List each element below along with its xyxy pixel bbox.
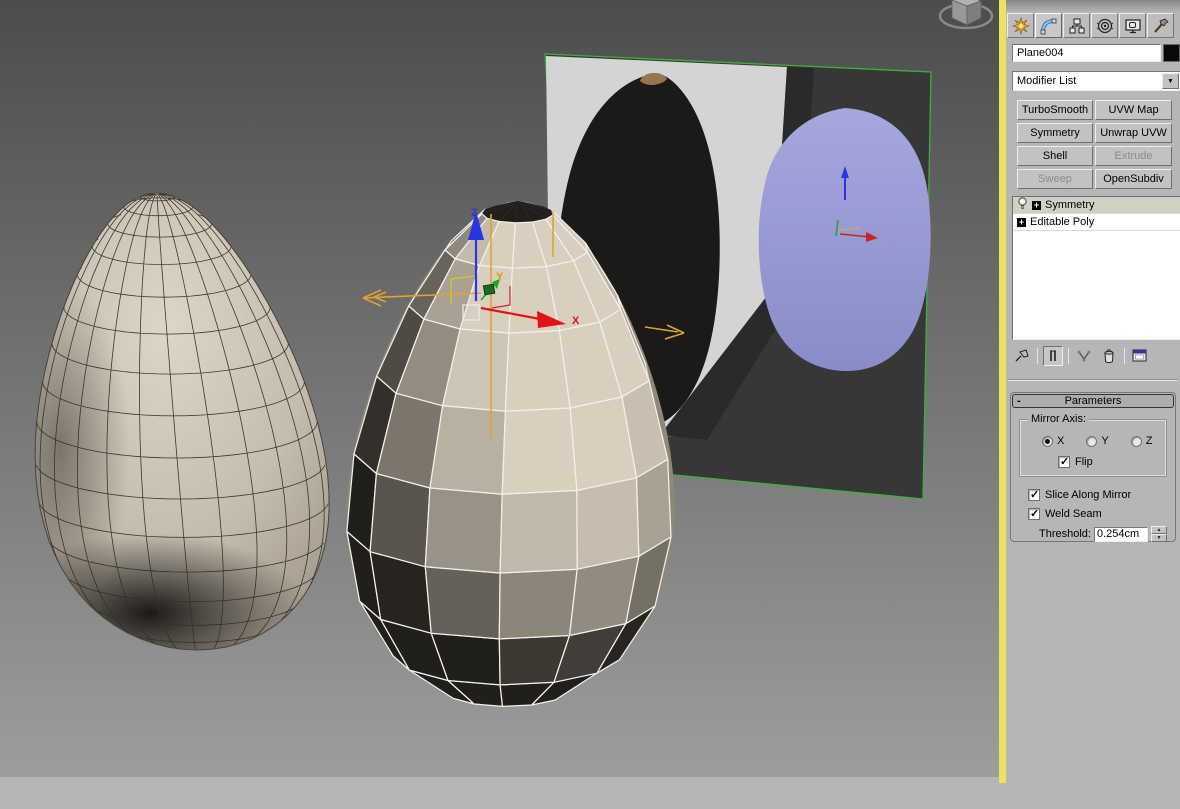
radio-mirror-y[interactable] xyxy=(1086,435,1098,447)
slice-along-mirror-checkbox[interactable]: ✓ xyxy=(1028,489,1040,501)
dropdown-arrow-icon[interactable]: ▼ xyxy=(1162,73,1179,89)
mirror-axis-label: Mirror Axis: xyxy=(1028,413,1089,425)
modifier-list-dropdown[interactable]: Modifier List ▼ xyxy=(1012,71,1180,91)
modifier-button-sweep: Sweep xyxy=(1017,169,1093,189)
modifier-button-shell[interactable]: Shell xyxy=(1017,146,1093,166)
application-window: Z Y X Plane004 Modifier List ▼ TurboSmoo… xyxy=(0,0,1180,809)
object-name-field[interactable] xyxy=(1012,44,1161,62)
create-icon xyxy=(1011,16,1030,35)
object-color-swatch[interactable] xyxy=(1163,44,1180,62)
modifier-button-opensubdiv[interactable]: OpenSubdiv xyxy=(1095,169,1172,189)
slice-along-mirror-label: Slice Along Mirror xyxy=(1045,489,1132,501)
modifier-button-extrude: Extrude xyxy=(1095,146,1172,166)
remove-modifier-icon[interactable] xyxy=(1099,346,1119,366)
stack-item-symmetry[interactable]: + Symmetry xyxy=(1013,197,1180,214)
modifier-list-label: Modifier List xyxy=(1017,75,1077,87)
expand-icon[interactable]: + xyxy=(1032,200,1041,210)
radio-mirror-z[interactable] xyxy=(1130,435,1142,447)
collapse-icon[interactable]: - xyxy=(1017,395,1021,408)
mirror-axis-group: Mirror Axis: X Y Z ✓ Flip xyxy=(1019,413,1167,477)
utilities-icon xyxy=(1153,18,1169,33)
spinner-down-icon: ▼ xyxy=(1150,534,1167,542)
flip-label: Flip xyxy=(1075,456,1093,468)
modifier-button-unwrap-uvw[interactable]: Unwrap UVW xyxy=(1095,123,1172,143)
hierarchy-icon xyxy=(1069,18,1084,33)
perspective-viewport[interactable]: Z Y X xyxy=(0,0,999,777)
modifier-stack-list: + Symmetry + Editable Poly xyxy=(1012,196,1180,340)
modifier-button-turbosmooth[interactable]: TurboSmooth xyxy=(1017,100,1093,120)
rollout-title: Parameters xyxy=(1064,395,1122,407)
threshold-label: Threshold: xyxy=(1039,528,1091,540)
blue-reference-silhouette xyxy=(758,108,931,372)
stack-item-label: Symmetry xyxy=(1045,199,1095,211)
motion-icon xyxy=(1096,18,1113,33)
threshold-spinner[interactable]: ▲ ▼ xyxy=(1150,526,1167,542)
configure-modifier-sets-icon[interactable] xyxy=(1130,346,1150,366)
gizmo-z-label: Z xyxy=(471,207,478,219)
modifier-button-symmetry[interactable]: Symmetry xyxy=(1017,123,1093,143)
modify-icon xyxy=(1040,18,1056,34)
radio-mirror-x[interactable] xyxy=(1042,435,1053,447)
active-viewport-border-right xyxy=(999,0,1006,783)
tab-motion[interactable] xyxy=(1091,13,1118,38)
command-panel: Modifier List ▼ TurboSmooth UVW Map Symm… xyxy=(1006,12,1180,809)
radio-x-label: X xyxy=(1057,435,1065,447)
tab-modify[interactable] xyxy=(1035,13,1062,38)
tab-display[interactable] xyxy=(1119,13,1146,38)
pin-stack-icon[interactable] xyxy=(1012,346,1032,366)
stack-item-label: Editable Poly xyxy=(1030,216,1095,228)
gizmo-x-label: X xyxy=(572,315,580,327)
visibility-bulb-icon[interactable] xyxy=(1017,197,1028,213)
show-end-result-icon[interactable] xyxy=(1043,346,1063,366)
display-icon xyxy=(1124,18,1141,33)
gizmo-y-label: Y xyxy=(496,271,504,283)
tab-hierarchy[interactable] xyxy=(1063,13,1090,38)
make-unique-icon[interactable] xyxy=(1074,346,1094,366)
threshold-field[interactable] xyxy=(1093,526,1148,542)
gizmo-center[interactable] xyxy=(482,283,496,296)
parameters-rollout: - Parameters Mirror Axis: X Y Z ✓ Flip ✓… xyxy=(1010,392,1176,542)
weld-seam-checkbox[interactable]: ✓ xyxy=(1028,508,1040,520)
panel-divider xyxy=(1008,379,1178,381)
expand-icon[interactable]: + xyxy=(1017,217,1026,227)
flip-checkbox[interactable]: ✓ xyxy=(1058,456,1070,468)
tab-utilities[interactable] xyxy=(1147,13,1174,38)
weld-seam-label: Weld Seam xyxy=(1045,508,1102,520)
modifier-button-uvw-map[interactable]: UVW Map xyxy=(1095,100,1172,120)
radio-y-label: Y xyxy=(1101,435,1109,447)
spinner-up-icon: ▲ xyxy=(1150,526,1167,534)
parameters-rollout-header[interactable]: - Parameters xyxy=(1012,394,1174,408)
command-panel-tabs xyxy=(1007,13,1174,38)
modifier-stack-toolbar xyxy=(1012,344,1180,368)
tab-create[interactable] xyxy=(1007,13,1034,38)
stack-item-editable-poly[interactable]: + Editable Poly xyxy=(1013,214,1180,231)
radio-z-label: Z xyxy=(1145,435,1153,447)
